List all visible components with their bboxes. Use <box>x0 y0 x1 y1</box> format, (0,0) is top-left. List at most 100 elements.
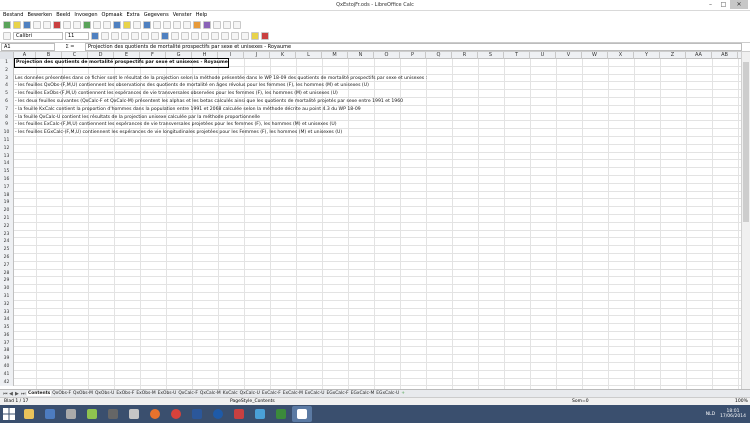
chart-icon[interactable] <box>193 20 201 29</box>
column-header-U[interactable]: U <box>530 52 556 59</box>
column-header-H[interactable]: H <box>192 52 218 59</box>
sheet-tab-qxcalc-m[interactable]: QxCalc-M <box>199 391 222 396</box>
navigator-icon[interactable] <box>223 20 231 29</box>
font-size-select[interactable]: 11 <box>65 31 89 40</box>
column-header-O[interactable]: O <box>374 52 400 59</box>
sheet-tab-exobs-m[interactable]: ExObs-M <box>135 391 156 396</box>
sheet-tab-qxcalc-u[interactable]: QxCalc-U <box>239 391 261 396</box>
spreadsheet-grid[interactable]: A B C D E F G H I J K L M N O P Q R S T U V W X Y Z AA AB 1 Projecti… <box>0 52 741 389</box>
cell-A[interactable]: Projection des quotients de mortalité pr… <box>14 58 229 68</box>
cell-A[interactable]: - les feuilles EGxCalc-(F,M,U) contienne… <box>15 129 342 137</box>
copy-icon[interactable] <box>113 20 121 29</box>
column-header-J[interactable]: J <box>244 52 270 59</box>
vertical-scrollbar[interactable] <box>741 52 750 389</box>
row-header[interactable]: 39 <box>0 355 14 364</box>
taskbar-libreoffice-calc-icon[interactable] <box>292 406 312 422</box>
increase-indent-icon[interactable] <box>231 31 239 40</box>
sheet-tab-kxcalc[interactable]: KxCalc <box>222 391 239 396</box>
row-header[interactable]: 36 <box>0 331 14 340</box>
menu-venster[interactable]: Venster <box>173 11 192 19</box>
menu-bewerken[interactable]: Bewerken <box>27 11 52 19</box>
column-header-AA[interactable]: AA <box>686 52 712 59</box>
sheet-tab-exobs-u[interactable]: ExObs-U <box>157 391 178 396</box>
next-sheet-icon[interactable]: ▶ <box>15 391 20 397</box>
spellcheck-icon[interactable] <box>83 20 91 29</box>
add-decimal-icon[interactable] <box>201 31 209 40</box>
edit-file-icon[interactable] <box>43 20 51 29</box>
cell-A[interactable]: - la feuille QxCalc-U contient les résul… <box>15 114 260 122</box>
row-header[interactable]: 34 <box>0 316 14 325</box>
column-header-L[interactable]: L <box>296 52 322 59</box>
underline-icon[interactable] <box>111 31 119 40</box>
taskbar-word-icon[interactable] <box>187 406 207 422</box>
menu-gegevens[interactable]: Gegevens <box>144 11 169 19</box>
delete-decimal-icon[interactable] <box>211 31 219 40</box>
taskbar-tool-icon[interactable] <box>82 406 102 422</box>
row-header[interactable]: 15 <box>0 168 14 176</box>
print-icon[interactable] <box>63 20 71 29</box>
row-header[interactable]: 41 <box>0 370 14 379</box>
sheet-tab-qxobs-m[interactable]: QxObs-M <box>72 391 94 396</box>
align-center-icon[interactable] <box>131 31 139 40</box>
align-left-icon[interactable] <box>121 31 129 40</box>
column-header-N[interactable]: N <box>348 52 374 59</box>
sheet-tab-qxobs-f[interactable]: QxObs-F <box>51 391 72 396</box>
column-header-D[interactable]: D <box>88 52 114 59</box>
merge-cells-icon[interactable] <box>161 31 169 40</box>
column-header-F[interactable]: F <box>140 52 166 59</box>
column-header-K[interactable]: K <box>270 52 296 59</box>
scrollbar-thumb[interactable] <box>743 62 749 222</box>
taskbar-firefox-icon[interactable] <box>145 406 165 422</box>
borders-icon[interactable] <box>241 31 249 40</box>
taskbar-app5-icon[interactable] <box>229 406 249 422</box>
column-header-M[interactable]: M <box>322 52 348 59</box>
cut-icon[interactable] <box>103 20 111 29</box>
column-header-V[interactable]: V <box>556 52 582 59</box>
sheet-tab-excalc-m[interactable]: ExCalc-M <box>282 391 304 396</box>
special-character-icon[interactable] <box>213 20 221 29</box>
function-wizard-icon[interactable]: Σ = <box>55 44 85 50</box>
clock[interactable]: 18:01 17/06/2014 <box>720 409 746 419</box>
column-header-Y[interactable]: Y <box>634 52 660 59</box>
cell-A[interactable]: - la feuille KxCalc contient la proporti… <box>15 106 361 114</box>
taskbar-app2-icon[interactable] <box>103 406 123 422</box>
sort-ascending-icon[interactable] <box>173 20 181 29</box>
column-header-I[interactable]: I <box>218 52 244 59</box>
sheet-tab-excalc-f[interactable]: ExCalc-F <box>261 391 282 396</box>
menu-extra[interactable]: Extra <box>127 11 140 19</box>
autospell-icon[interactable] <box>93 20 101 29</box>
row-header[interactable]: 27 <box>0 261 14 270</box>
taskbar-app4-icon[interactable] <box>208 406 228 422</box>
hyperlink-icon[interactable] <box>163 20 171 29</box>
column-header-X[interactable]: X <box>608 52 634 59</box>
row-header[interactable]: 1 <box>0 59 14 67</box>
row-header[interactable]: 9 <box>0 121 14 130</box>
paste-icon[interactable] <box>123 20 131 29</box>
row-header[interactable]: 22 <box>0 222 14 231</box>
row-header[interactable]: 2 <box>0 66 14 75</box>
row-header[interactable]: 6 <box>0 97 14 106</box>
row-header[interactable]: 24 <box>0 238 14 247</box>
pivot-table-icon[interactable] <box>203 20 211 29</box>
menu-invoegen[interactable]: Invoegen <box>74 11 97 19</box>
clone-format-icon[interactable] <box>133 20 141 29</box>
row-header[interactable]: 17 <box>0 183 14 192</box>
row-header[interactable]: 18 <box>0 191 14 200</box>
row-header[interactable]: 3 <box>0 74 14 83</box>
column-header-W[interactable]: W <box>582 52 608 59</box>
cell-A[interactable]: - les feuilles ExObs-(F,M,U) contiennent… <box>15 90 338 98</box>
close-button[interactable]: ✕ <box>730 0 748 9</box>
taskbar-app3-icon[interactable] <box>124 406 144 422</box>
start-button[interactable] <box>0 405 18 423</box>
row-header[interactable]: 37 <box>0 339 14 348</box>
menu-opmaak[interactable]: Opmaak <box>102 11 123 19</box>
font-color-icon[interactable] <box>261 31 269 40</box>
justify-icon[interactable] <box>151 31 159 40</box>
row-header[interactable]: 21 <box>0 214 14 223</box>
open-icon[interactable] <box>13 20 21 29</box>
row-header[interactable]: 30 <box>0 285 14 293</box>
bold-icon[interactable] <box>91 31 99 40</box>
sort-descending-icon[interactable] <box>183 20 191 29</box>
row-header[interactable]: 4 <box>0 82 14 91</box>
menu-help[interactable]: Help <box>196 11 207 19</box>
